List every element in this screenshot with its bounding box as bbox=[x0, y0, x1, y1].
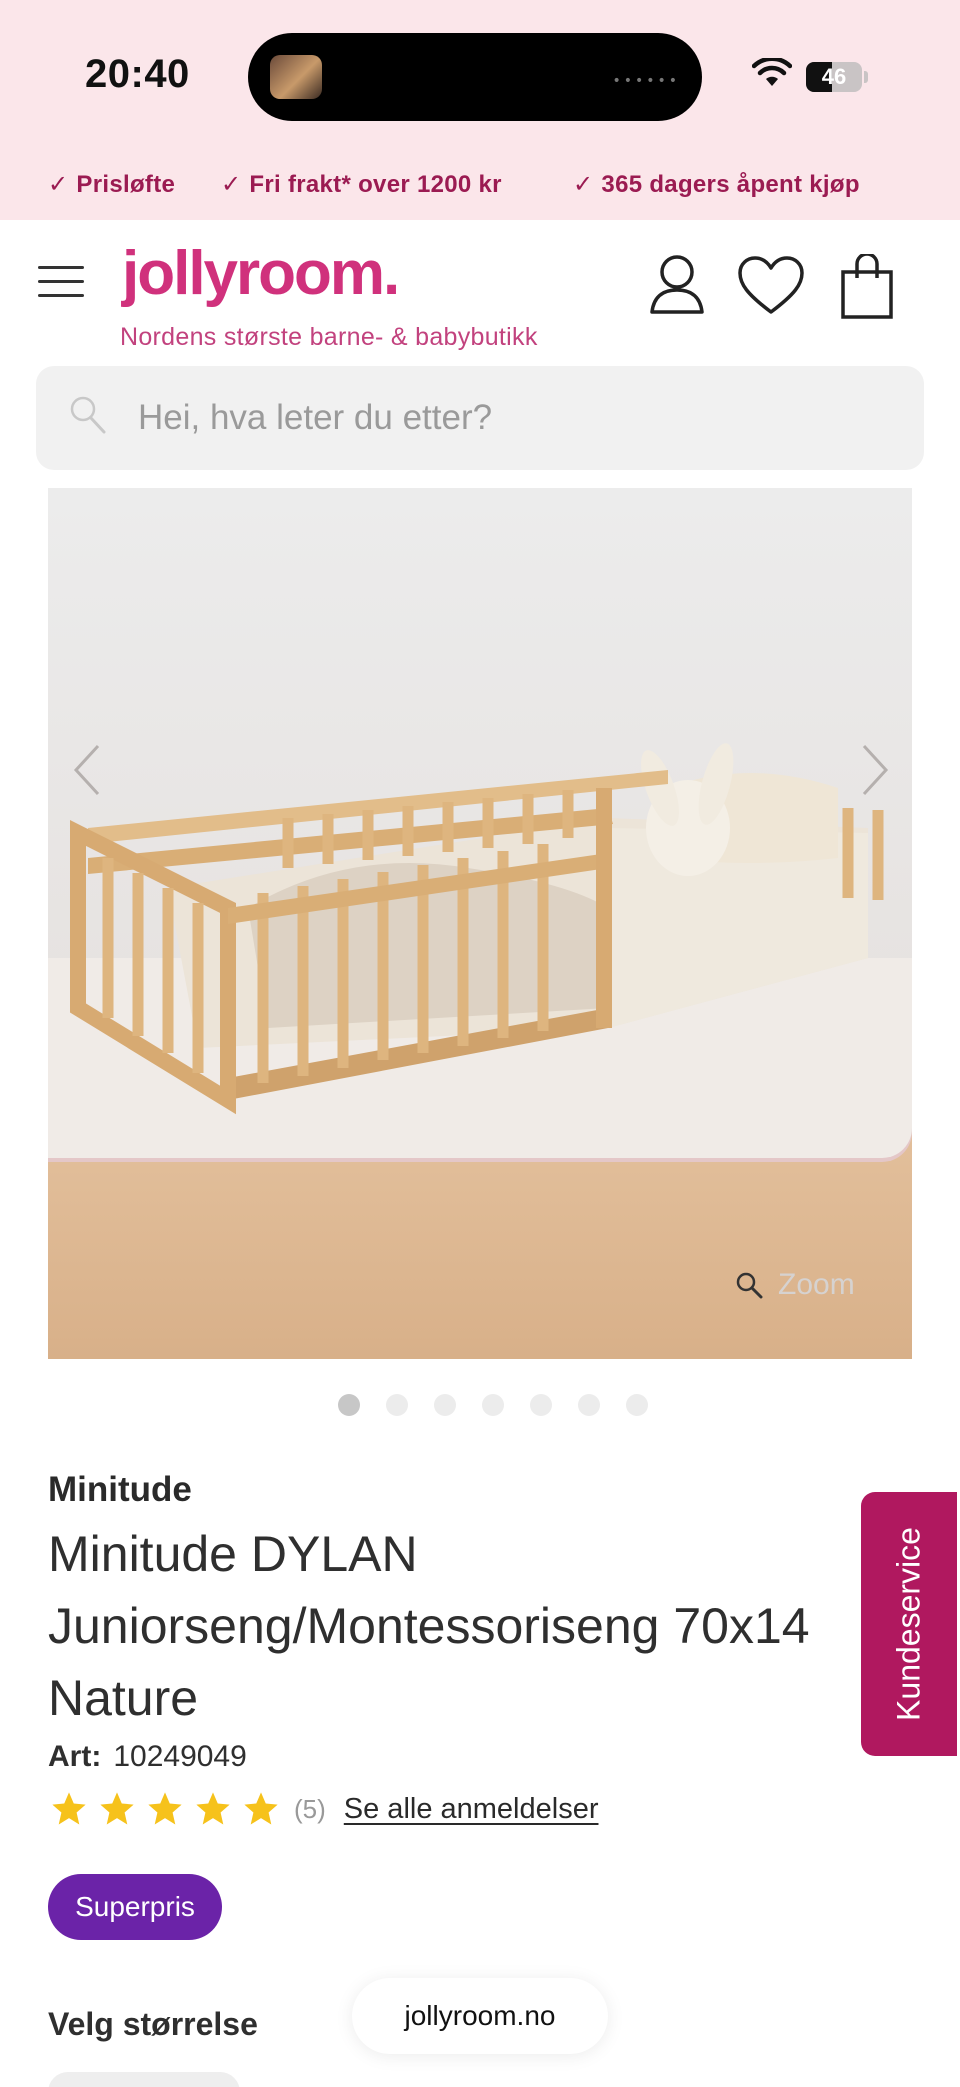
star-icon bbox=[52, 1792, 86, 1825]
star-icon bbox=[244, 1792, 278, 1825]
zoom-button[interactable]: Zoom bbox=[734, 1268, 855, 1302]
product-title: Minitude DYLAN Juniorseng/Montessoriseng… bbox=[48, 1518, 948, 1734]
star-icon bbox=[100, 1792, 134, 1825]
previous-image-arrow-icon[interactable] bbox=[68, 740, 108, 800]
article-number-label: Art: bbox=[48, 1740, 102, 1773]
size-selector-label: Velg størrelse bbox=[48, 2006, 258, 2042]
now-playing-artwork bbox=[270, 55, 322, 99]
check-icon: ✓ bbox=[573, 171, 594, 198]
usp-item-price-promise: ✓ Prisløfte bbox=[48, 171, 176, 198]
star-icon bbox=[196, 1792, 230, 1825]
pagination-dot[interactable] bbox=[626, 1394, 648, 1416]
check-icon: ✓ bbox=[48, 171, 69, 198]
browser-url-pill[interactable]: jollyroom.no bbox=[352, 1978, 608, 2054]
product-brand[interactable]: Minitude bbox=[48, 1470, 192, 1510]
audio-waveform-icon: •••••• bbox=[612, 73, 680, 89]
zoom-label: Zoom bbox=[778, 1268, 855, 1301]
pagination-dot[interactable] bbox=[530, 1394, 552, 1416]
pagination-dot[interactable] bbox=[434, 1394, 456, 1416]
heart-icon[interactable] bbox=[737, 256, 805, 316]
see-all-reviews-link[interactable]: Se alle anmeldelser bbox=[344, 1793, 599, 1826]
next-image-arrow-icon[interactable] bbox=[854, 740, 894, 800]
wifi-icon bbox=[752, 58, 792, 86]
battery-icon: 46 bbox=[806, 62, 862, 92]
review-count: (5) bbox=[294, 1793, 326, 1824]
pagination-dot[interactable] bbox=[482, 1394, 504, 1416]
battery-percentage: 46 bbox=[821, 64, 847, 89]
usp-item-free-shipping: ✓ Fri frakt* over 1200 kr bbox=[221, 171, 502, 198]
menu-icon[interactable] bbox=[38, 266, 84, 298]
customer-service-tab[interactable]: Kundeservice bbox=[861, 1492, 957, 1756]
superpris-badge: Superpris bbox=[48, 1874, 222, 1940]
rating[interactable]: (5) Se alle anmeldelser bbox=[50, 1790, 598, 1828]
search-bar[interactable] bbox=[36, 366, 924, 470]
customer-service-label: Kundeservice bbox=[890, 1527, 927, 1721]
shopping-bag-icon[interactable] bbox=[840, 254, 894, 320]
usp-item-open-purchase: ✓ 365 dagers åpent kjøp bbox=[573, 171, 860, 198]
check-icon: ✓ bbox=[221, 171, 242, 198]
pagination-dot[interactable] bbox=[578, 1394, 600, 1416]
account-icon[interactable] bbox=[648, 252, 706, 316]
star-icon bbox=[148, 1792, 182, 1825]
bed-illustration bbox=[70, 743, 884, 1115]
tagline: Nordens største barne- & babybutikk bbox=[120, 323, 538, 351]
status-time: 20:40 bbox=[85, 52, 190, 96]
article-number: Art: 10249049 bbox=[48, 1740, 247, 1774]
pagination-dot[interactable] bbox=[338, 1394, 360, 1416]
size-option[interactable] bbox=[48, 2072, 240, 2087]
battery-cap bbox=[864, 71, 868, 83]
dynamic-island[interactable]: •••••• bbox=[248, 33, 702, 121]
product-title-line: Minitude DYLAN bbox=[48, 1526, 418, 1582]
search-input[interactable] bbox=[138, 366, 898, 470]
product-title-line: Nature bbox=[48, 1670, 199, 1726]
product-title-line: Juniorseng/Montessoriseng 70x14 bbox=[48, 1598, 810, 1654]
logo[interactable]: jollyroom. bbox=[122, 238, 400, 309]
usp-bar: ✓ Prisløfte ✓ Fri frakt* over 1200 kr ✓ 365… bbox=[0, 170, 960, 206]
article-number-value: 10249049 bbox=[113, 1740, 247, 1773]
pagination-dot[interactable] bbox=[386, 1394, 408, 1416]
image-pagination-dots bbox=[338, 1394, 648, 1416]
zoom-icon bbox=[736, 1272, 763, 1299]
search-icon bbox=[70, 396, 106, 434]
product-image[interactable]: Zoom bbox=[48, 488, 912, 1359]
